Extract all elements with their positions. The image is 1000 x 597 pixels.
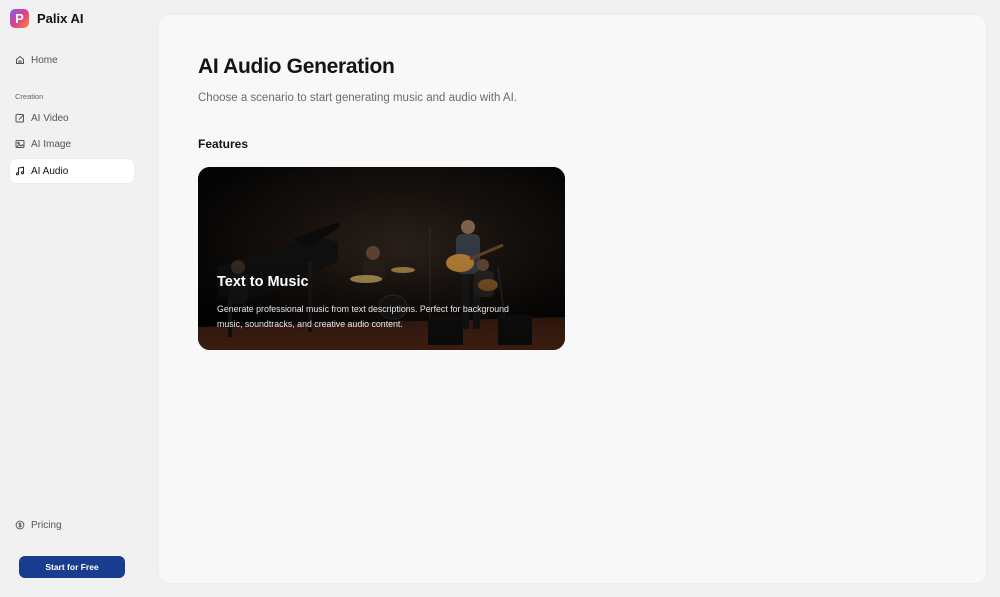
page-subtitle: Choose a scenario to start generating mu… xyxy=(198,92,517,104)
sidebar: P Palix AI Home Creation AI Video AI Ima… xyxy=(0,0,148,597)
start-for-free-button[interactable]: Start for Free xyxy=(19,556,125,578)
brand[interactable]: P Palix AI xyxy=(10,9,83,28)
image-icon xyxy=(15,139,25,149)
section-label-creation: Creation xyxy=(15,92,44,101)
video-edit-icon xyxy=(15,113,25,123)
sidebar-item-ai-image[interactable]: AI Image xyxy=(10,132,134,156)
sidebar-item-ai-audio[interactable]: AI Audio xyxy=(10,159,134,183)
page-title: AI Audio Generation xyxy=(198,55,395,78)
sidebar-item-home[interactable]: Home xyxy=(10,48,134,72)
card-description: Generate professional music from text de… xyxy=(217,304,509,329)
home-icon xyxy=(15,55,25,65)
music-note-icon xyxy=(15,166,25,176)
sidebar-item-label: Home xyxy=(31,54,58,66)
dollar-circle-icon xyxy=(15,520,25,530)
card-title: Text to Music xyxy=(217,274,309,290)
sidebar-item-label: Pricing xyxy=(31,519,62,531)
sidebar-item-label: AI Image xyxy=(31,138,72,150)
sidebar-item-ai-video[interactable]: AI Video xyxy=(10,106,134,130)
sidebar-item-label: AI Audio xyxy=(31,165,69,177)
sidebar-item-label: AI Video xyxy=(31,112,69,124)
brand-name: Palix AI xyxy=(37,11,84,26)
features-heading: Features xyxy=(198,137,249,151)
text-to-music-card[interactable]: Text to Music Generate professional musi… xyxy=(198,167,565,350)
sidebar-item-pricing[interactable]: Pricing xyxy=(10,513,134,537)
brand-logo: P xyxy=(10,9,29,28)
app-window: P Palix AI Home Creation AI Video AI Ima… xyxy=(0,0,1000,597)
main-panel: AI Audio Generation Choose a scenario to… xyxy=(159,15,986,583)
